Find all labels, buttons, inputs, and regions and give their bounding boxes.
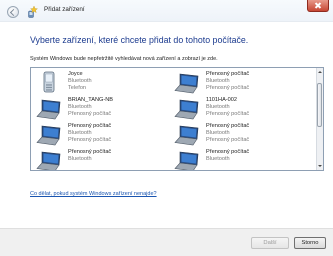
laptop-icon <box>174 151 199 170</box>
laptop-icon <box>174 99 199 120</box>
device-type: Bluetooth <box>206 156 230 162</box>
title-bar: Přidat zařízení <box>0 0 333 22</box>
add-device-window: Přidat zařízení Vyberte zařízení, které … <box>0 0 333 256</box>
device-type: Bluetooth <box>68 78 92 84</box>
scroll-down-icon[interactable] <box>316 163 323 170</box>
device-type: Bluetooth <box>206 130 230 136</box>
device-category: Přenosný počítač <box>68 111 112 117</box>
laptop-icon <box>36 151 61 170</box>
device-item[interactable]: Přenosný počítač Bluetooth <box>35 148 165 170</box>
device-type: Bluetooth <box>68 156 92 162</box>
page-heading: Vyberte zařízení, které chcete přidat do… <box>30 35 249 45</box>
device-name: Přenosný počítač <box>68 123 112 129</box>
device-name: Přenosný počítač <box>206 123 250 129</box>
device-name: Přenosný počítač <box>206 149 250 155</box>
list-scrollbar[interactable] <box>316 68 323 170</box>
back-arrow-icon[interactable] <box>7 6 19 18</box>
footer-bar: Další Storno <box>0 228 333 256</box>
device-category: Přenosný počítač <box>206 137 250 143</box>
device-name: 1101HA-002 <box>206 97 237 103</box>
device-category: Přenosný počítač <box>68 137 112 143</box>
scroll-up-icon[interactable] <box>316 68 323 75</box>
device-item[interactable]: Přenosný počítač Bluetooth Přenosný počí… <box>173 122 303 148</box>
scroll-thumb[interactable] <box>317 83 322 127</box>
laptop-icon <box>36 125 61 146</box>
cancel-button[interactable]: Storno <box>294 237 326 249</box>
device-item[interactable]: Joyce Bluetooth Telefon <box>35 70 165 96</box>
device-item[interactable]: Přenosný počítač Bluetooth Přenosný počí… <box>173 70 303 96</box>
device-name: Přenosný počítač <box>206 71 250 77</box>
page-subtext: Systém Windows bude nepřetržitě vyhledáv… <box>30 56 218 62</box>
device-name: Joyce <box>68 71 83 77</box>
device-category: Přenosný počítač <box>206 85 250 91</box>
device-name: Přenosný počítač <box>68 149 112 155</box>
phone-icon <box>43 71 55 93</box>
next-button[interactable]: Další <box>251 237 289 249</box>
device-item[interactable]: Přenosný počítač Bluetooth Přenosný počí… <box>35 122 165 148</box>
device-name: BRIAN_TANG-NB <box>68 97 113 103</box>
device-category: Telefon <box>68 85 87 91</box>
device-category: Přenosný počítač <box>206 111 250 117</box>
device-list[interactable]: Joyce Bluetooth Telefon BRIAN_TANG-NB Bl… <box>30 67 324 171</box>
close-icon[interactable] <box>307 0 329 12</box>
device-type: Bluetooth <box>68 130 92 136</box>
window-title: Přidat zařízení <box>44 6 85 13</box>
device-item[interactable]: Přenosný počítač Bluetooth <box>173 148 303 170</box>
device-item[interactable]: BRIAN_TANG-NB Bluetooth Přenosný počítač <box>35 96 165 122</box>
laptop-icon <box>174 125 199 146</box>
help-link[interactable]: Co dělat, pokud systém Windows zařízení … <box>30 191 157 197</box>
laptop-icon <box>36 99 61 120</box>
device-item[interactable]: 1101HA-002 Bluetooth Přenosný počítač <box>173 96 303 122</box>
device-type: Bluetooth <box>206 104 230 110</box>
device-type: Bluetooth <box>68 104 92 110</box>
laptop-icon <box>174 73 199 94</box>
device-type: Bluetooth <box>206 78 230 84</box>
bluetooth-wizard-icon <box>28 5 38 18</box>
